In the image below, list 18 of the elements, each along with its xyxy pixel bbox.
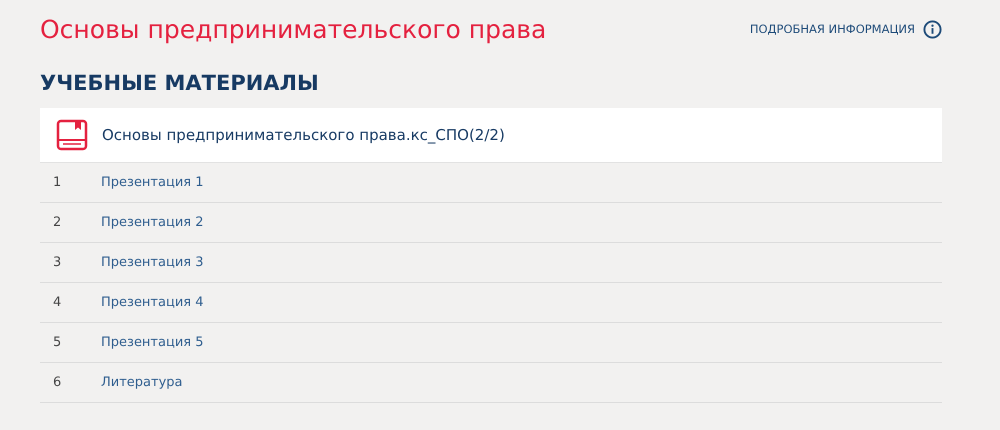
row-number: 3 bbox=[52, 255, 62, 270]
material-link[interactable]: Презентация 5 bbox=[101, 335, 204, 350]
section-title: УЧЕБНЫЕ МАТЕРИАЛЫ bbox=[40, 71, 320, 95]
material-link[interactable]: Презентация 1 bbox=[101, 175, 204, 190]
row-number: 2 bbox=[52, 215, 62, 230]
course-title: Основы предпринимательского права.кс_СПО(2/2) bbox=[102, 126, 505, 144]
info-link[interactable]: ПОДРОБНАЯ ИНФОРМАЦИЯ bbox=[750, 20, 942, 38]
page-title: Основы предпринимательского права bbox=[40, 14, 546, 44]
info-icon bbox=[923, 20, 942, 38]
book-icon bbox=[56, 119, 88, 151]
row-number: 6 bbox=[52, 375, 62, 390]
material-link[interactable]: Презентация 3 bbox=[101, 255, 204, 270]
material-link[interactable]: Презентация 4 bbox=[101, 295, 204, 310]
row-number: 4 bbox=[52, 295, 62, 310]
material-link[interactable]: Литература bbox=[101, 375, 182, 390]
row-number: 5 bbox=[52, 335, 62, 350]
material-link[interactable]: Презентация 2 bbox=[101, 215, 204, 230]
row-number: 1 bbox=[52, 175, 62, 190]
